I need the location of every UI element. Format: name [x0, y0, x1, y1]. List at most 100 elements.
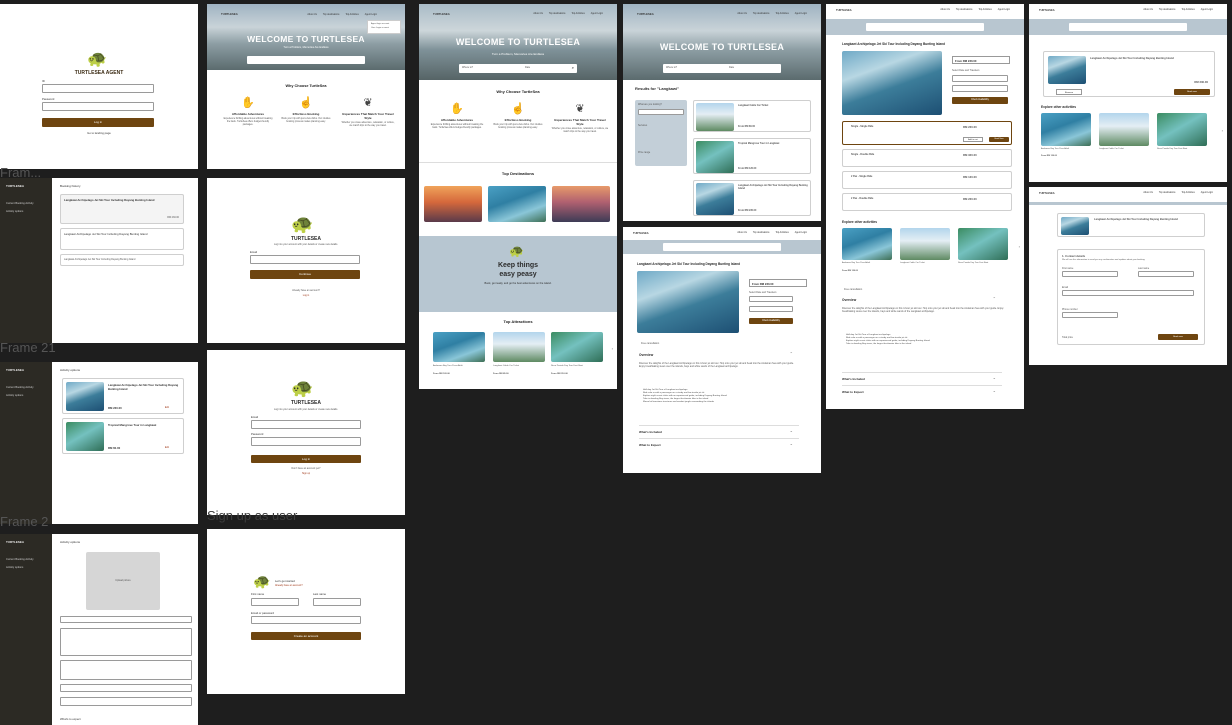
- nav-top-activities[interactable]: Top Activities: [1181, 9, 1194, 11]
- checkout-book-button[interactable]: Book now: [1158, 334, 1198, 340]
- search-bar[interactable]: Where to? Date: [663, 64, 781, 73]
- explore-card-1[interactable]: [1041, 113, 1091, 146]
- signup-login-link[interactable]: Already have an account?: [275, 584, 303, 587]
- nav-about[interactable]: About Us: [737, 232, 746, 234]
- explore-card-3[interactable]: [1157, 113, 1207, 146]
- booking-card-3[interactable]: Langkawi Archipelago Jet Ski Tour Includ…: [60, 254, 184, 266]
- nav-top-destinations[interactable]: Top destinations: [753, 13, 770, 15]
- nav-agent-login[interactable]: Agent Login: [795, 232, 807, 234]
- search-bar[interactable]: [1069, 23, 1187, 31]
- nav-top-destinations[interactable]: Top destinations: [549, 13, 566, 15]
- chevron-up-icon[interactable]: ⌃: [790, 351, 793, 356]
- result-card-1[interactable]: Langkawi Cable Car Ticket From RM 80.00: [693, 100, 811, 132]
- first-name-input[interactable]: [1062, 271, 1118, 277]
- package-option-3[interactable]: 2 Pax - Single Ride RM 130.00: [842, 171, 1012, 189]
- nav-agent-login[interactable]: Agent Login: [998, 9, 1010, 11]
- date-input[interactable]: [952, 75, 1008, 82]
- attraction-card-1[interactable]: Andaman Bay Tour Pass Adult From RM 120.…: [433, 332, 485, 380]
- email-input[interactable]: [250, 255, 360, 264]
- whats-included-heading[interactable]: What's Included: [842, 377, 865, 381]
- chevron-down-icon[interactable]: ⌄: [790, 441, 793, 446]
- nav-logo[interactable]: TURTLESEA: [1039, 192, 1055, 195]
- login-button[interactable]: Log in: [251, 455, 361, 463]
- nav-logo[interactable]: TURTLESEA: [633, 232, 649, 235]
- overview-heading[interactable]: Overview: [842, 298, 856, 302]
- travelers-input[interactable]: [952, 85, 1008, 92]
- result-card-3[interactable]: Langkawi Archipelago Jet Ski Tour Includ…: [693, 180, 811, 216]
- package-option-2[interactable]: Single - Double Ride RM 320.00: [842, 149, 1012, 167]
- package-option-4[interactable]: 2 Pax - Double Ride RM 230.00: [842, 193, 1012, 211]
- filter-input[interactable]: [638, 109, 684, 115]
- nav-about[interactable]: About Us: [533, 13, 542, 15]
- nav-top-destinations[interactable]: Top destinations: [323, 14, 340, 16]
- remove-button[interactable]: Remove: [1056, 89, 1082, 95]
- sidebar-item-booking[interactable]: Current Booking Activity: [6, 386, 52, 389]
- nav-logo[interactable]: TURTLESEA: [433, 12, 450, 16]
- sidebar-item-booking[interactable]: Current Booking Activity: [6, 558, 52, 561]
- continue-button[interactable]: Continue: [250, 270, 360, 279]
- result-card-2[interactable]: Tropical Mangrove Tour in Langkawi From …: [693, 138, 811, 174]
- sidebar-item-activity[interactable]: Activity options: [6, 566, 52, 569]
- package-option-1[interactable]: Single - Single Ride RM 230.00 Add to ca…: [842, 121, 1012, 145]
- destination-card-1[interactable]: [424, 186, 482, 222]
- last-name-input[interactable]: [313, 598, 361, 606]
- whats-included-heading[interactable]: What's Included: [639, 430, 662, 434]
- sidebar-item-activity[interactable]: Activity options: [6, 210, 52, 213]
- nav-top-destinations[interactable]: Top destinations: [956, 9, 973, 11]
- nav-logo[interactable]: TURTLESEA: [221, 12, 238, 16]
- whats-included-input[interactable]: [60, 660, 192, 680]
- login-link[interactable]: Log in: [207, 294, 405, 297]
- edit-link[interactable]: Edit: [165, 446, 169, 449]
- book-now-button[interactable]: Book Now: [989, 137, 1009, 142]
- attraction-card-2[interactable]: Langkawi Cable Car Ticket From RM 85.00: [493, 332, 545, 380]
- explore-card-2[interactable]: [900, 228, 950, 260]
- email-input[interactable]: [1062, 290, 1194, 296]
- password-input[interactable]: [251, 437, 361, 446]
- nav-top-activities[interactable]: Top Activities: [1181, 192, 1194, 194]
- check-availability-button[interactable]: Check Availability: [952, 97, 1008, 104]
- destination-card-2[interactable]: [488, 186, 546, 222]
- nav-agent-login[interactable]: Agent Login: [591, 13, 603, 15]
- overview-heading[interactable]: Overview: [639, 353, 653, 357]
- nav-top-activities[interactable]: Top Activities: [978, 9, 991, 11]
- login-button[interactable]: Log in: [42, 118, 154, 127]
- carousel-next-icon[interactable]: ›: [1222, 128, 1223, 133]
- check-availability-button[interactable]: Check Availability: [749, 318, 793, 324]
- password-input[interactable]: [42, 102, 154, 111]
- book-now-button[interactable]: Book now: [1174, 89, 1210, 95]
- id-input[interactable]: [42, 84, 154, 93]
- email-input[interactable]: [251, 616, 361, 624]
- nav-top-activities[interactable]: Top Activities: [775, 13, 788, 15]
- what-expect-heading[interactable]: What to Expect: [639, 443, 661, 447]
- overview-input[interactable]: [60, 628, 192, 656]
- explore-card-2[interactable]: [1099, 113, 1149, 146]
- upload-picture-box[interactable]: Upload picture: [86, 552, 160, 610]
- email-input[interactable]: [251, 420, 361, 429]
- activity-card-2[interactable]: Tropical Mangrove Tour in Langkawi RM 60…: [62, 418, 184, 454]
- activity-card-1[interactable]: Langkawi Archipelago Jet Ski Tour Includ…: [62, 378, 184, 414]
- price-input[interactable]: [60, 697, 192, 706]
- booking-card-1[interactable]: Langkawi Archipelago Jet Ski Tour Includ…: [60, 194, 184, 224]
- nav-logo[interactable]: TURTLESEA: [836, 9, 852, 12]
- nav-top-activities[interactable]: Top Activities: [571, 13, 584, 15]
- add-to-cart-button[interactable]: Add to cart: [963, 137, 983, 142]
- nav-about[interactable]: About Us: [1143, 9, 1152, 11]
- sidebar-item-activity[interactable]: Activity options: [6, 394, 52, 397]
- dropdown-agent-login[interactable]: Agent login account: [371, 23, 397, 25]
- search-bar[interactable]: [247, 56, 365, 64]
- explore-card-1[interactable]: [842, 228, 892, 260]
- booking-card-2[interactable]: Langkawi Archipelago Jet Ski Tour Includ…: [60, 228, 184, 250]
- nav-top-destinations[interactable]: Top destinations: [1159, 192, 1176, 194]
- nav-about[interactable]: About Us: [307, 14, 316, 16]
- package-name-input[interactable]: [60, 616, 192, 623]
- chevron-down-icon[interactable]: ⌄: [993, 388, 996, 393]
- first-name-input[interactable]: [251, 598, 299, 606]
- nav-about[interactable]: About Us: [940, 9, 949, 11]
- nav-top-activities[interactable]: Top Activities: [345, 14, 358, 16]
- edit-link[interactable]: Edit: [165, 406, 169, 409]
- chevron-down-icon[interactable]: ⌄: [790, 428, 793, 433]
- nav-about[interactable]: About Us: [1143, 192, 1152, 194]
- attraction-card-3[interactable]: Nusa Penida Day Tour Fast Boat From RM 3…: [551, 332, 603, 380]
- nav-logo[interactable]: TURTLESEA: [637, 12, 654, 16]
- create-account-button[interactable]: Create an account: [251, 632, 361, 640]
